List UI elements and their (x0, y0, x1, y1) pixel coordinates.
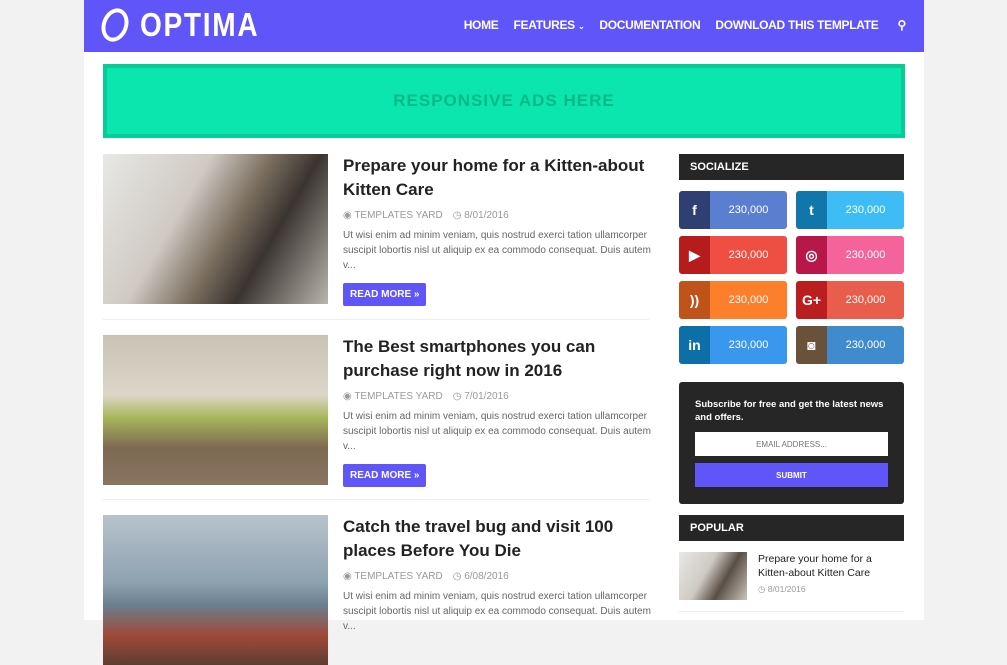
ad-banner[interactable]: RESPONSIVE ADS HERE (103, 64, 905, 138)
email-input[interactable] (695, 432, 888, 456)
post-date: ◷ 7/01/2016 (452, 391, 509, 402)
divider (103, 499, 649, 500)
date-text: 7/01/2016 (464, 391, 509, 402)
social-instagram-button[interactable]: ◙ 230,000 (796, 326, 904, 364)
social-linkedin-button[interactable]: in 230,000 (679, 326, 787, 364)
popular-date: ◷ 8/01/2016 (758, 584, 806, 594)
date-text: 8/01/2016 (464, 210, 509, 221)
rss-icon: )) (679, 281, 710, 319)
subscribe-box: Subscribe for free and get the latest ne… (679, 382, 904, 504)
nav-features[interactable]: FEATURES ⌄ (514, 18, 585, 32)
nav-features-label: FEATURES (513, 18, 576, 32)
youtube-icon: ▶ (679, 236, 710, 274)
post-excerpt: Ut wisi enim ad minim veniam, quis nostr… (343, 591, 651, 632)
popular-thumbnail[interactable] (679, 552, 747, 600)
post-excerpt: Ut wisi enim ad minim veniam, quis nostr… (343, 230, 651, 271)
social-count: 230,000 (710, 191, 787, 229)
logo-icon (96, 4, 134, 46)
post-author[interactable]: ◉ TEMPLATES YARD (343, 391, 443, 402)
author-name: TEMPLATES YARD (354, 391, 443, 402)
social-rss-button[interactable]: )) 230,000 (679, 281, 787, 319)
post-title[interactable]: Prepare your home for a Kitten-about Kit… (343, 154, 653, 202)
subscribe-text: Subscribe for free and get the latest ne… (695, 399, 884, 423)
social-youtube-button[interactable]: ▶ 230,000 (679, 236, 787, 274)
post-title[interactable]: The Best smartphones you can purchase ri… (343, 335, 653, 383)
divider (679, 611, 904, 612)
post-thumbnail[interactable] (103, 515, 328, 665)
social-dribbble-button[interactable]: ◎ 230,000 (796, 236, 904, 274)
read-more-button[interactable]: READ MORE » (343, 283, 427, 306)
post-date: ◷ 6/08/2016 (452, 571, 509, 582)
page: OPTIMA HOME FEATURES ⌄ DOCUMENTATION DOW… (84, 0, 924, 665)
social-twitter-button[interactable]: t 230,000 (796, 191, 904, 229)
social-count: 230,000 (710, 236, 787, 274)
main-nav: HOME FEATURES ⌄ DOCUMENTATION DOWNLOAD T… (464, 18, 907, 32)
logo-text: OPTIMA (140, 6, 260, 43)
divider (103, 319, 649, 320)
post-title[interactable]: Catch the travel bug and visit 100 place… (343, 515, 653, 563)
post-excerpt: Ut wisi enim ad minim veniam, quis nostr… (343, 411, 651, 452)
nav-home[interactable]: HOME (464, 18, 499, 32)
author-name: TEMPLATES YARD (354, 210, 443, 221)
date-text: 6/08/2016 (464, 571, 509, 582)
social-facebook-button[interactable]: f 230,000 (679, 191, 787, 229)
search-icon[interactable]: ⚲ (898, 18, 907, 32)
social-count: 230,000 (827, 236, 904, 274)
social-google-plus-button[interactable]: G+ 230,000 (796, 281, 904, 319)
social-count: 230,000 (827, 191, 904, 229)
chevron-down-icon: ⌄ (577, 22, 585, 31)
post-author[interactable]: ◉ TEMPLATES YARD (343, 210, 443, 221)
author-name: TEMPLATES YARD (354, 571, 443, 582)
nav-documentation[interactable]: DOCUMENTATION (599, 18, 700, 32)
nav-download[interactable]: DOWNLOAD THIS TEMPLATE (715, 18, 878, 32)
popular-title[interactable]: Prepare your home for a Kitten-about Kit… (758, 552, 898, 580)
popular-heading: POPULAR (679, 515, 904, 541)
post-author[interactable]: ◉ TEMPLATES YARD (343, 571, 443, 582)
date-text: 8/01/2016 (767, 584, 806, 594)
twitter-icon: t (796, 191, 827, 229)
post-date: ◷ 8/01/2016 (452, 210, 509, 221)
google-plus-icon: G+ (796, 281, 827, 319)
logo[interactable]: OPTIMA (96, 4, 280, 46)
social-count: 230,000 (827, 281, 904, 319)
post-thumbnail[interactable] (103, 154, 328, 304)
social-count: 230,000 (710, 326, 787, 364)
read-more-button[interactable]: READ MORE » (343, 464, 427, 487)
social-count: 230,000 (710, 281, 787, 319)
instagram-icon: ◙ (796, 326, 827, 364)
social-count: 230,000 (827, 326, 904, 364)
socialize-heading: SOCIALIZE (679, 154, 904, 180)
dribbble-icon: ◎ (796, 236, 827, 274)
header: OPTIMA HOME FEATURES ⌄ DOCUMENTATION DOW… (84, 0, 924, 52)
submit-button[interactable]: SUBMIT (695, 463, 888, 487)
linkedin-icon: in (679, 326, 710, 364)
post-thumbnail[interactable] (103, 335, 328, 485)
facebook-icon: f (679, 191, 710, 229)
